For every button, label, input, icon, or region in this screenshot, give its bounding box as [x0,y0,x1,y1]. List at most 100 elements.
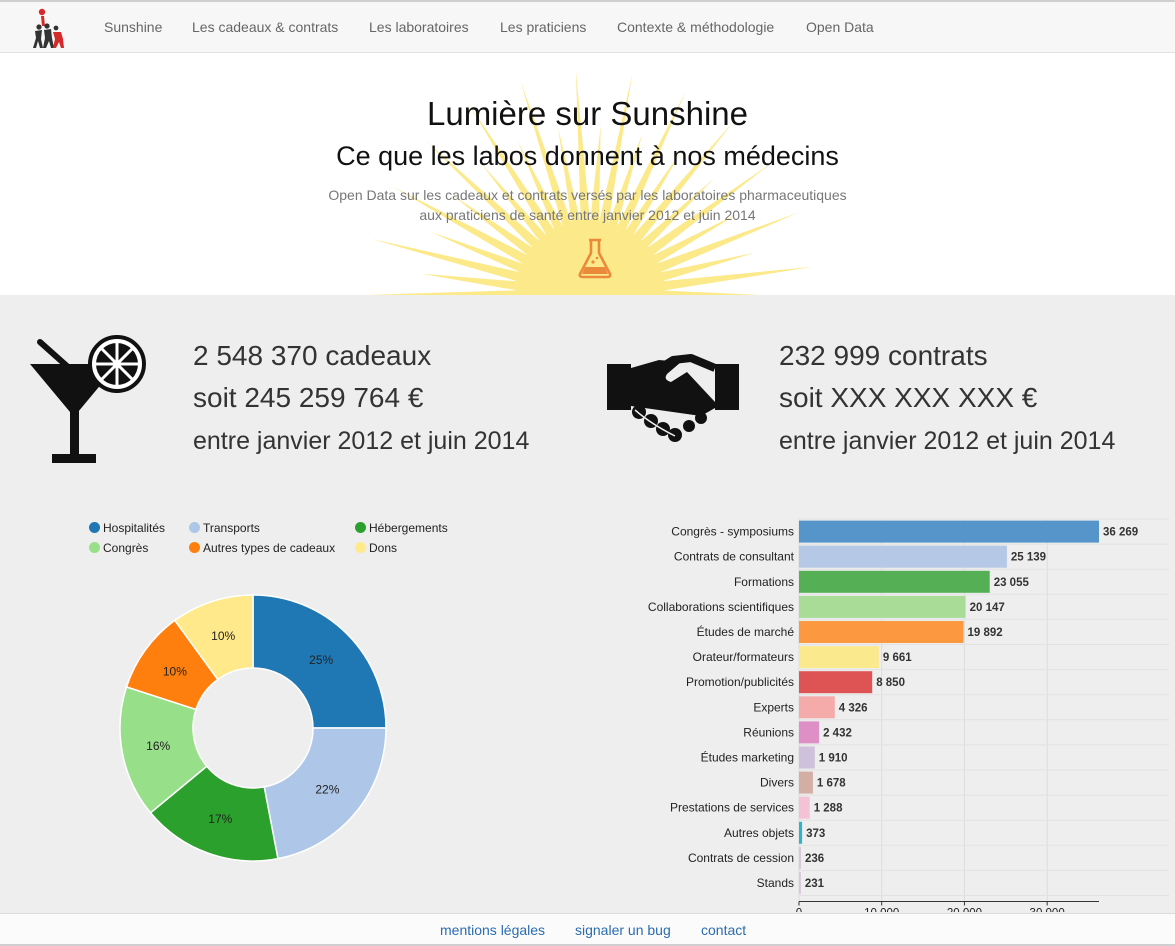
flask-icon [577,237,613,284]
bar[interactable] [799,671,873,694]
donut-slice-label: 16% [146,739,170,753]
bar-category-label: Stands [757,876,794,890]
bar[interactable] [799,796,810,819]
legend-label: Hospitalités [103,521,166,535]
footer: mentions légales signaler un bug contact [0,913,1175,945]
donut-slice-label: 22% [315,783,339,797]
bar-value-label: 20 147 [970,602,1005,614]
bar-category-label: Réunions [743,725,794,739]
bar[interactable] [799,846,801,869]
bar-value-label: 9 661 [883,652,912,664]
legend-label: Hébergements [369,521,448,535]
contracts-amount: soit XXX XXX XXX € [779,382,1038,413]
footer-link-mentions-legales[interactable]: mentions légales [440,922,545,938]
gifts-period: entre janvier 2012 et juin 2014 [193,427,530,455]
legend-swatch [89,522,100,533]
bar[interactable] [799,570,990,593]
legend-swatch [89,542,100,553]
donut-slice-label: 17% [208,812,232,826]
nav-praticiens[interactable]: Les praticiens [500,19,586,35]
bar-value-label: 19 892 [968,627,1003,639]
bar-value-label: 8 850 [876,677,905,689]
bar-category-label: Experts [753,700,794,714]
bar[interactable] [799,872,801,894]
bar[interactable] [799,621,964,643]
nav-sunshine[interactable]: Sunshine [104,19,162,35]
bar-category-label: Contrats de cession [688,851,794,865]
legend-swatch [355,522,366,533]
legend-item[interactable]: Congrès [89,541,148,555]
x-tick-label: 20 000 [947,908,982,913]
legend-item[interactable]: Hospitalités [89,521,165,535]
nav-contexte-methodologie[interactable]: Contexte & méthodologie [617,19,774,35]
x-tick-label: 30 000 [1030,908,1065,913]
donut-slice-label: 25% [309,653,333,667]
bar[interactable] [799,545,1007,568]
bar-value-label: 36 269 [1103,527,1138,539]
cocktail-icon [30,334,148,471]
donut-slice-label: 10% [163,664,187,678]
bar-category-label: Études marketing [701,750,794,765]
contracts-bar-chart: Congrès - symposiums 36 269 Contrats de co… [648,518,1169,913]
bar-category-label: Contrats de consultant [674,550,795,564]
donut-slice-label: 10% [211,629,235,643]
bar-value-label: 236 [805,853,824,865]
nav-cadeaux-contrats[interactable]: Les cadeaux & contrats [192,19,338,35]
legend-item[interactable]: Hébergements [355,521,448,535]
bar-category-label: Orateur/formateurs [693,650,794,664]
bar-category-label: Autres objets [724,826,794,840]
contracts-period: entre janvier 2012 et juin 2014 [779,427,1116,455]
page-subtitle: Ce que les labos donnent à nos médecins [336,141,839,171]
bar-category-label: Promotion/publicités [686,675,794,689]
bar-value-label: 4 326 [839,702,868,714]
legend-label: Dons [369,541,398,555]
bar[interactable] [799,696,835,719]
gifts-donut-chart: 25% 22% 17% 16% 10% 10% [119,594,387,862]
bar-value-label: 23 055 [994,577,1030,589]
bar-value-label: 25 139 [1011,552,1046,564]
logo-icon[interactable] [30,6,68,50]
legend-item[interactable]: Dons [355,541,397,555]
legend-item[interactable]: Transports [189,521,260,535]
legend-swatch [189,522,200,533]
legend-swatch [355,542,366,553]
legend-label: Autres types de cadeaux [203,541,336,555]
bar-value-label: 2 432 [823,727,852,739]
bar-value-label: 1 288 [814,803,843,815]
gifts-count: 2 548 370 cadeaux [193,340,432,371]
handshake-icon [607,350,739,451]
hero-description-line1: Open Data sur les cadeaux et contrats ve… [328,187,847,203]
bar[interactable] [799,746,815,769]
bar[interactable] [799,721,820,744]
nav-laboratoires[interactable]: Les laboratoires [369,19,469,35]
legend-item[interactable]: Autres types de cadeaux [189,541,335,555]
x-tick-label: 10 000 [864,908,899,913]
bar[interactable] [799,595,966,618]
contracts-count: 232 999 contrats [779,340,988,371]
bar-value-label: 373 [806,828,825,840]
bar-category-label: Divers [760,776,794,790]
legend-label: Congrès [103,541,149,555]
gifts-amount: soit 245 259 764 € [193,382,424,413]
legend-swatch [189,542,200,553]
x-tick-label: 0 [796,908,802,913]
bar-value-label: 1 910 [819,753,848,765]
top-navbar: Sunshine Les cadeaux & contrats Les labo… [0,2,1175,53]
bar-category-label: Prestations de services [670,801,794,815]
hero-description-line2: aux praticiens de santé entre janvier 20… [419,207,756,223]
page-title: Lumière sur Sunshine [426,95,748,132]
bar[interactable] [799,646,879,669]
nav-open-data[interactable]: Open Data [806,19,874,35]
bar[interactable] [799,771,813,794]
footer-link-signaler-bug[interactable]: signaler un bug [575,922,671,938]
bar[interactable] [799,821,803,844]
legend-label: Transports [203,521,260,535]
hero-description: Open Data sur les cadeaux et contrats ve… [0,185,1175,225]
hero-banner: Lumière sur Sunshine Ce que les labos do… [0,53,1175,295]
bar-category-label: Collaborations scientifiques [648,600,794,614]
bar-category-label: Études de marché [697,624,795,639]
bar-value-label: 1 678 [817,778,846,790]
bar-value-label: 231 [805,878,825,890]
bar[interactable] [799,520,1099,543]
footer-link-contact[interactable]: contact [701,922,746,938]
